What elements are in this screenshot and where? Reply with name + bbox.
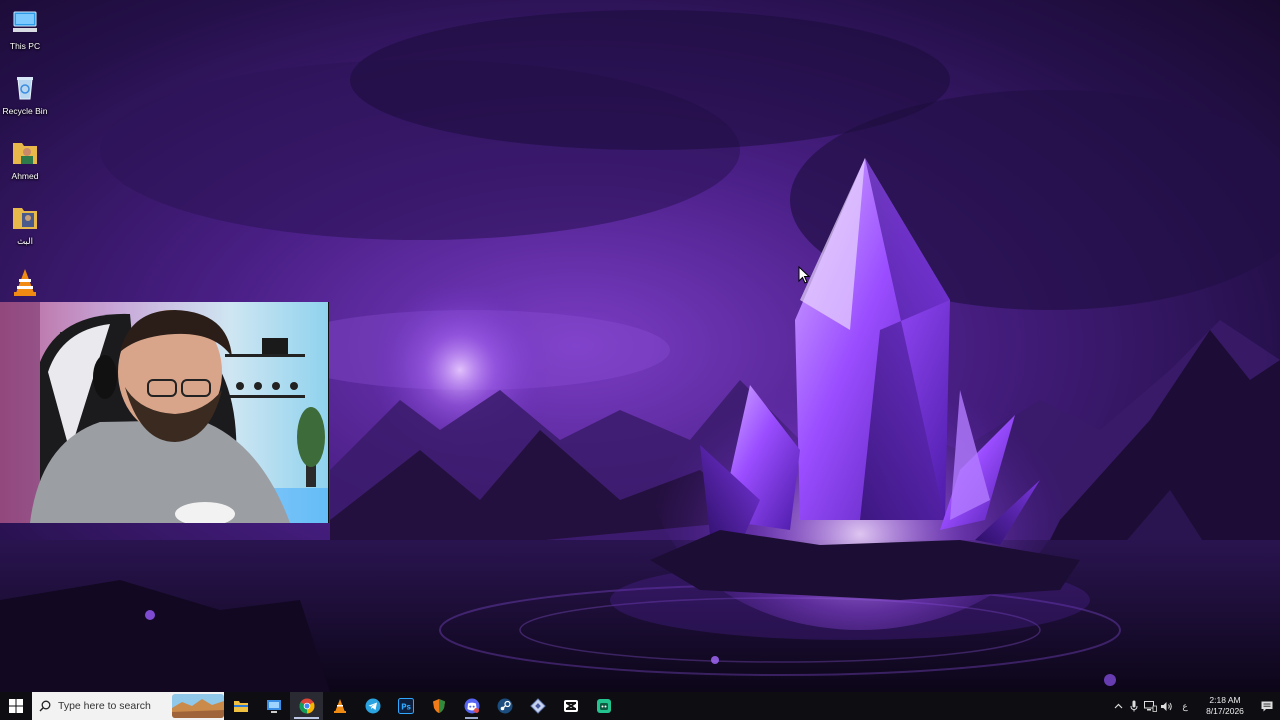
taskbar-app-capcut[interactable]: [554, 692, 587, 720]
taskbar-clock[interactable]: 2:18 AM 8/17/2026: [1200, 695, 1250, 717]
desktop-icon-label: Ahmed: [11, 171, 39, 181]
taskbar-app-telegram[interactable]: [356, 692, 389, 720]
telegram-icon: [365, 698, 380, 714]
desktop-icon-this-pc[interactable]: This PC: [0, 4, 50, 66]
taskbar-search-box[interactable]: [32, 692, 224, 720]
network-icon[interactable]: [1142, 692, 1158, 720]
desktop-icon-grid: This PC Recycle Bin Ahmed البث: [0, 4, 52, 329]
remote-desktop-icon: [266, 700, 281, 713]
volume-icon[interactable]: [1158, 692, 1174, 720]
show-hidden-icons-chevron-up-icon[interactable]: [1110, 692, 1126, 720]
svg-text:Ps: Ps: [401, 703, 411, 712]
recycle-bin-icon: [10, 72, 40, 102]
taskbar-app-steam[interactable]: [488, 692, 521, 720]
steam-icon: [497, 698, 512, 714]
taskbar-app-vlc[interactable]: [323, 692, 356, 720]
vlc-icon: [333, 699, 346, 713]
chrome-icon: [299, 698, 314, 714]
desktop-icon-ahmed[interactable]: Ahmed: [0, 134, 50, 196]
mouse-cursor-icon: [798, 265, 811, 284]
search-input[interactable]: [58, 700, 176, 712]
taskbar-app-photoshop[interactable]: Ps: [389, 692, 422, 720]
taskbar-app-file-explorer[interactable]: [224, 692, 257, 720]
photoshop-icon: Ps: [397, 698, 414, 714]
taskbar-pinned-apps: Ps: [224, 692, 620, 720]
discord-icon: [464, 698, 479, 714]
webcam-overlay: [0, 302, 329, 523]
desktop-icon-label: Recycle Bin: [2, 106, 48, 116]
this-pc-icon: [10, 7, 40, 37]
taskbar-app-green[interactable]: [587, 692, 620, 720]
clock-time: 2:18 AM: [1209, 695, 1241, 705]
microphone-icon[interactable]: [1126, 692, 1142, 720]
capcut-icon: [563, 700, 578, 712]
action-center-button[interactable]: [1254, 692, 1280, 720]
notification-icon: [1261, 701, 1273, 711]
webcam-video-feed: [0, 302, 328, 523]
windows-logo-icon: [9, 699, 23, 713]
desktop-icon-label: This PC: [9, 41, 41, 51]
user-folder-icon: [10, 137, 40, 167]
taskbar-app-chrome[interactable]: [290, 692, 323, 720]
folder-icon: [10, 202, 40, 232]
input-language-indicator[interactable]: ع: [1174, 701, 1196, 712]
diamond-app-icon: [529, 698, 546, 714]
clock-date: 8/17/2026: [1206, 706, 1244, 716]
taskbar-app-shield-browser[interactable]: [422, 692, 455, 720]
search-highlight-image[interactable]: [172, 694, 224, 718]
desktop-icon-broadcast-folder[interactable]: البث: [0, 199, 50, 261]
file-explorer-icon: [233, 701, 248, 712]
taskbar-app-discord[interactable]: [455, 692, 488, 720]
taskbar-app-diamond[interactable]: [521, 692, 554, 720]
system-tray: ع 2:18 AM 8/17/2026: [1110, 692, 1280, 720]
desktop-icon-recycle-bin[interactable]: Recycle Bin: [0, 69, 50, 131]
start-button[interactable]: [0, 692, 32, 720]
desktop-icon-label: البث: [17, 236, 33, 246]
search-icon: [32, 692, 58, 720]
taskbar: Ps: [0, 692, 1280, 720]
vlc-icon: [10, 267, 40, 297]
shield-browser-icon: [432, 699, 445, 713]
taskbar-app-remote-desktop[interactable]: [257, 692, 290, 720]
green-app-icon: [596, 699, 611, 713]
